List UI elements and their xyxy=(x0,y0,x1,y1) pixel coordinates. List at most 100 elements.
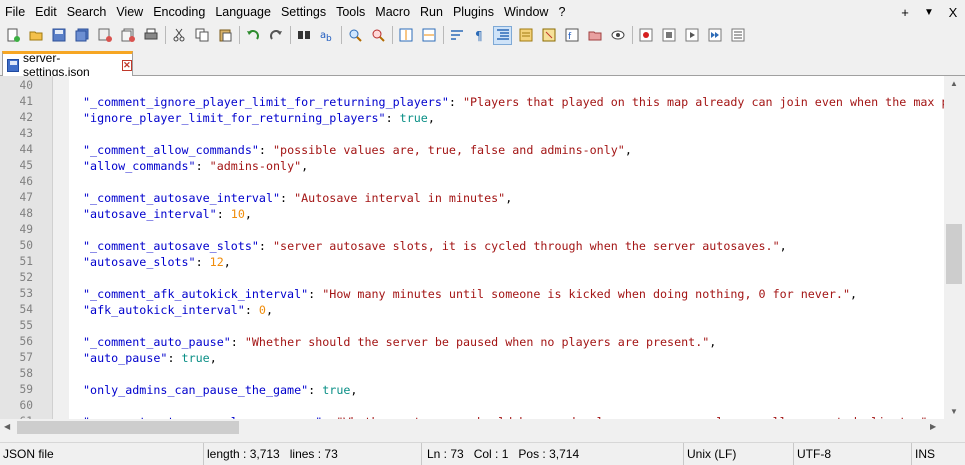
token-pun: , xyxy=(779,239,787,253)
menu-plugins[interactable]: Plugins xyxy=(448,0,499,24)
vertical-scrollbar[interactable]: ▲ ▼ xyxy=(944,76,965,419)
menu-view[interactable]: View xyxy=(111,0,148,24)
find-button[interactable] xyxy=(294,26,313,45)
zoom-out-icon xyxy=(372,29,385,42)
print-button[interactable] xyxy=(141,26,160,45)
tab-list-dropdown-button[interactable]: ▼ xyxy=(917,7,941,18)
paste-button[interactable] xyxy=(215,26,234,45)
record-macro-button[interactable] xyxy=(636,26,655,45)
code-line[interactable]: 52 xyxy=(0,270,944,286)
code-line[interactable]: 48 "autosave_interval": 10, xyxy=(0,206,944,222)
open-file-button[interactable] xyxy=(26,26,45,45)
save-all-button[interactable] xyxy=(72,26,91,45)
code-line[interactable]: 40 xyxy=(0,78,944,94)
menu-help[interactable]: ? xyxy=(553,0,570,24)
status-pos: Pos : 3,714 xyxy=(518,447,580,461)
tab-filename: server-settings.json xyxy=(23,51,90,79)
vertical-scroll-thumb[interactable] xyxy=(946,224,962,284)
scroll-up-icon[interactable]: ▲ xyxy=(950,79,958,88)
menu-language[interactable]: Language xyxy=(210,0,276,24)
code-line[interactable]: 56 "_comment_auto_pause": "Whether should… xyxy=(0,334,944,350)
code-line[interactable]: 59 "only_admins_can_pause_the_game": true… xyxy=(0,382,944,398)
code-line[interactable]: 60 xyxy=(0,398,944,414)
horizontal-scroll-thumb[interactable] xyxy=(17,421,239,434)
code-line[interactable]: 44 "_comment_allow_commands": "possible v… xyxy=(0,142,944,158)
scroll-left-icon[interactable]: ◀ xyxy=(4,422,10,431)
save-macro-button[interactable] xyxy=(728,26,747,45)
save-macro-icon xyxy=(731,28,744,42)
token-bool: true xyxy=(399,111,428,125)
menu-tools[interactable]: Tools xyxy=(331,0,370,24)
zoom-in-button[interactable] xyxy=(345,26,364,45)
doc-map-button[interactable] xyxy=(539,26,558,45)
code-line[interactable]: 45 "allow_commands": "admins-only", xyxy=(0,158,944,174)
code-line[interactable]: 55 xyxy=(0,318,944,334)
close-button[interactable] xyxy=(95,26,114,45)
line-number: 49 xyxy=(19,223,33,236)
indent-guide-button[interactable] xyxy=(493,25,512,45)
folder-workspace-button[interactable] xyxy=(585,26,604,45)
save-button[interactable] xyxy=(49,26,68,45)
menu-items: File Edit Search View Encoding Language Settin… xyxy=(0,0,570,24)
undo-button[interactable] xyxy=(243,26,262,45)
play-macro-button[interactable] xyxy=(682,26,701,45)
monitoring-button[interactable] xyxy=(608,26,627,45)
tab-close-icon[interactable]: ✕ xyxy=(121,59,132,71)
run-macro-multiple-button[interactable] xyxy=(705,26,724,45)
code-line[interactable]: 46 xyxy=(0,174,944,190)
sync-vertical-button[interactable] xyxy=(396,26,415,45)
udl-button[interactable] xyxy=(516,26,535,45)
tab-server-settings[interactable]: server-settings.json ✕ xyxy=(2,51,133,79)
menu-encoding[interactable]: Encoding xyxy=(148,0,210,24)
code-line[interactable]: 51 "autosave_slots": 12, xyxy=(0,254,944,270)
token-pun: , xyxy=(223,255,231,269)
line-number: 42 xyxy=(19,111,33,124)
show-all-chars-button[interactable]: ¶ xyxy=(470,26,489,45)
menu-file[interactable]: File xyxy=(0,0,30,24)
close-document-button[interactable]: X xyxy=(941,5,965,20)
replace-button[interactable]: ab xyxy=(317,26,336,45)
menu-settings[interactable]: Settings xyxy=(276,0,331,24)
menu-run[interactable]: Run xyxy=(415,0,448,24)
sync-horizontal-button[interactable] xyxy=(419,26,438,45)
cut-button[interactable] xyxy=(169,26,188,45)
zoom-out-button[interactable] xyxy=(368,26,387,45)
code-line[interactable]: 58 xyxy=(0,366,944,382)
token-key: "_comment_afk_autokick_interval" xyxy=(83,287,309,301)
scroll-down-icon[interactable]: ▼ xyxy=(950,407,958,416)
scroll-right-icon[interactable]: ▶ xyxy=(930,422,936,431)
line-number: 54 xyxy=(19,303,33,316)
code-line[interactable]: 49 xyxy=(0,222,944,238)
code-line[interactable]: 43 xyxy=(0,126,944,142)
code-editor[interactable]: 40 41 "_comment_ignore_player_limit_for_re… xyxy=(0,76,944,419)
horizontal-scrollbar[interactable]: ◀ ▶ xyxy=(0,419,944,436)
new-tab-button[interactable]: + xyxy=(893,5,917,20)
redo-icon xyxy=(269,30,282,40)
menu-macro[interactable]: Macro xyxy=(370,0,415,24)
code-line[interactable]: 42 "ignore_player_limit_for_returning_pla… xyxy=(0,110,944,126)
token-key: "allow_commands" xyxy=(83,159,196,173)
line-number: 48 xyxy=(19,207,33,220)
token-key: "only_admins_can_pause_the_game" xyxy=(83,383,309,397)
code-line[interactable]: 47 "_comment_autosave_interval": "Autosav… xyxy=(0,190,944,206)
code-line[interactable]: 41 "_comment_ignore_player_limit_for_retu… xyxy=(0,94,944,110)
token-key: "auto_pause" xyxy=(83,351,168,365)
copy-button[interactable] xyxy=(192,26,211,45)
word-wrap-button[interactable] xyxy=(447,26,466,45)
save-all-icon xyxy=(75,28,88,42)
undo-icon xyxy=(246,30,259,40)
line-number: 44 xyxy=(19,143,33,156)
code-line[interactable]: 54 "afk_autokick_interval": 0, xyxy=(0,302,944,318)
stop-record-button[interactable] xyxy=(659,26,678,45)
menu-window[interactable]: Window xyxy=(499,0,553,24)
menu-edit[interactable]: Edit xyxy=(30,0,62,24)
menu-search[interactable]: Search xyxy=(62,0,112,24)
code-line[interactable]: 57 "auto_pause": true, xyxy=(0,350,944,366)
code-line[interactable]: 50 "_comment_autosave_slots": "server aut… xyxy=(0,238,944,254)
close-all-button[interactable] xyxy=(118,26,137,45)
function-list-button[interactable]: f xyxy=(562,26,581,45)
new-file-button[interactable] xyxy=(3,26,22,45)
record-macro-icon xyxy=(639,28,652,42)
code-line[interactable]: 53 "_comment_afk_autokick_interval": "How… xyxy=(0,286,944,302)
redo-button[interactable] xyxy=(266,26,285,45)
